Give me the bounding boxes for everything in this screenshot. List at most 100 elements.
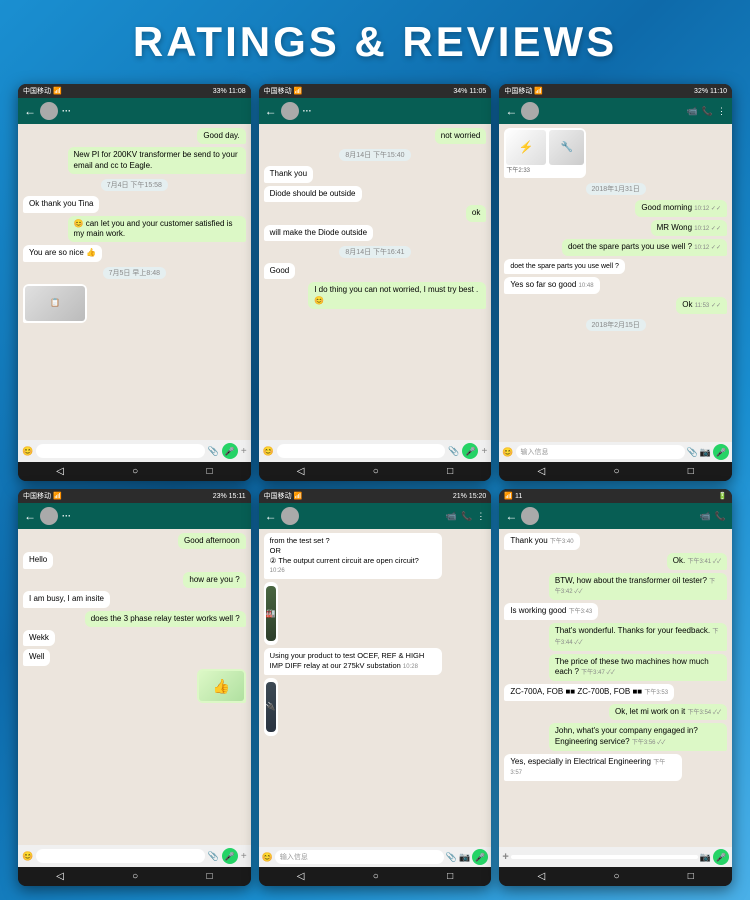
input-box-3[interactable]: 输入信息: [516, 445, 685, 459]
msg-p6-9: John, what's your company engaged in? En…: [549, 723, 727, 750]
back-arrow-3[interactable]: ←: [505, 104, 517, 118]
msg-p2-3: Diode should be outside: [264, 186, 362, 202]
avatar-4: [40, 507, 58, 525]
nav-back-6[interactable]: ◁: [537, 871, 545, 882]
back-arrow-6[interactable]: ←: [505, 509, 517, 523]
chat-body-2: not worried 8月14日 下午15:40 Thank you Diod…: [259, 124, 492, 440]
chat-body-1: Good day. New PI for 200KV transformer b…: [18, 124, 251, 440]
input-box-4[interactable]: [36, 849, 204, 863]
input-bar-3: 😊 输入信息 📎 📷 🎤: [499, 442, 732, 462]
msg-p5-photo1: 🏭: [264, 582, 278, 645]
nav-home-6[interactable]: ○: [613, 871, 619, 882]
mic-btn-5[interactable]: 🎤: [472, 849, 488, 865]
video-icon-3[interactable]: 📹: [687, 106, 698, 117]
mic-btn-1[interactable]: 🎤: [222, 443, 238, 459]
carrier-5: 中国移动 📶: [264, 491, 303, 501]
nav-home-1[interactable]: ○: [132, 466, 138, 477]
nav-recent-5[interactable]: □: [447, 871, 453, 882]
nav-back-5[interactable]: ◁: [297, 871, 305, 882]
input-box-1[interactable]: [36, 444, 204, 458]
back-arrow-4[interactable]: ←: [24, 509, 36, 523]
attach-icon-3[interactable]: 📎: [687, 447, 698, 458]
nav-back-4[interactable]: ◁: [56, 871, 64, 882]
video-icon-6[interactable]: 📹: [700, 511, 711, 522]
chat-body-6: Thank you 下午3:40 Ok. 下午3:41 ✓✓ BTW, how …: [499, 529, 732, 847]
msg-p6-1: Thank you 下午3:40: [504, 533, 579, 550]
nav-recent-4[interactable]: □: [206, 871, 212, 882]
nav-back-3[interactable]: ◁: [537, 466, 545, 477]
emoji-icon-4[interactable]: 😊: [22, 851, 33, 862]
msg-sent-3: 😊 can let you and your customer satisfie…: [68, 216, 246, 243]
mic-btn-6[interactable]: 🎤: [713, 849, 729, 865]
chat-body-4: Good afternoon Hello how are you ? I am …: [18, 529, 251, 845]
back-arrow-5[interactable]: ←: [265, 509, 277, 523]
nav-bar-3: ◁ ○ □: [499, 462, 732, 481]
nav-home-4[interactable]: ○: [132, 871, 138, 882]
mic-btn-4[interactable]: 🎤: [222, 848, 238, 864]
attach-icon-5[interactable]: 📎: [446, 852, 457, 863]
call-icon-3[interactable]: 📞: [702, 106, 713, 117]
msg-p2-1: not worried: [435, 128, 487, 144]
battery-6: 🔋: [718, 492, 727, 500]
camera-icon-5[interactable]: 📷: [459, 852, 470, 863]
status-bar-3: 中国移动 📶 32% 11:10: [499, 84, 732, 98]
nav-home-3[interactable]: ○: [613, 466, 619, 477]
nav-recent-6[interactable]: □: [688, 871, 694, 882]
emoji-icon-2[interactable]: 😊: [263, 446, 274, 457]
back-arrow-1[interactable]: ←: [24, 104, 36, 118]
call-icon-5[interactable]: 📞: [461, 511, 472, 522]
camera-icon-3[interactable]: 📷: [700, 447, 711, 458]
back-arrow-2[interactable]: ←: [265, 104, 277, 118]
attach-icon-2[interactable]: 📎: [448, 446, 459, 457]
date-div-1: 7月4日 下午15:58: [101, 179, 168, 191]
more-icon-5[interactable]: ⋮: [476, 511, 485, 522]
msg-recv-1: Ok thank you Tina: [23, 196, 99, 212]
input-box-2[interactable]: [277, 444, 445, 458]
attach-icon-1[interactable]: 📎: [208, 446, 219, 457]
msg-recv-2: You are so nice 👍: [23, 245, 102, 261]
msg-p2-7: I do thing you can not worried, I must t…: [308, 282, 486, 309]
emoji-icon-1[interactable]: 😊: [22, 446, 33, 457]
avatar-1: [40, 102, 58, 120]
chat-header-2: ← ···: [259, 98, 492, 124]
more-icon-3[interactable]: ⋮: [717, 106, 726, 117]
video-icon-5[interactable]: 📹: [446, 511, 457, 522]
msg-p4-1: Good afternoon: [178, 533, 246, 549]
nav-home-2[interactable]: ○: [373, 466, 379, 477]
nav-back-1[interactable]: ◁: [56, 466, 64, 477]
product-image-3: ⚡ 🔧 下午2:33: [504, 128, 586, 178]
input-bar-6: + 📷 🎤: [499, 847, 732, 867]
mic-btn-2[interactable]: 🎤: [462, 443, 478, 459]
plus-icon-4[interactable]: +: [241, 851, 247, 862]
avatar-6: [521, 507, 539, 525]
mic-btn-3[interactable]: 🎤: [713, 444, 729, 460]
nav-home-5[interactable]: ○: [373, 871, 379, 882]
carrier-2: 中国移动 📶: [264, 86, 303, 96]
contact-name-2: ···: [303, 106, 486, 116]
phone-screen-2: 中国移动 📶 34% 11:05 ← ··· not worried 8月14日…: [259, 84, 492, 481]
msg-p4-5: does the 3 phase relay tester works well…: [85, 611, 246, 627]
input-box-5[interactable]: 输入信息: [275, 850, 444, 864]
msg-p4-image: 👍: [197, 669, 246, 703]
emoji-icon-3[interactable]: 😊: [502, 447, 513, 458]
nav-bar-4: ◁ ○ □: [18, 867, 251, 886]
msg-p4-2: Hello: [23, 552, 53, 568]
input-box-6[interactable]: [511, 855, 698, 859]
plus-icon-2[interactable]: +: [481, 446, 487, 457]
camera-icon-6[interactable]: 📷: [700, 852, 711, 863]
plus-icon-1[interactable]: +: [241, 446, 247, 457]
chat-header-6: ← 📹 📞: [499, 503, 732, 529]
chat-body-3: ⚡ 🔧 下午2:33 2018年1月31日 Good morning 10:12…: [499, 124, 732, 442]
nav-recent-2[interactable]: □: [447, 466, 453, 477]
emoji-icon-5[interactable]: 😊: [262, 852, 273, 863]
msg-p4-3: how are you ?: [183, 572, 245, 588]
nav-recent-1[interactable]: □: [206, 466, 212, 477]
avatar-3: [521, 102, 539, 120]
contact-name-1: ···: [62, 106, 245, 116]
attach-icon-4[interactable]: 📎: [208, 851, 219, 862]
nav-recent-3[interactable]: □: [688, 466, 694, 477]
msg-p5-photo2: 🔌: [264, 678, 278, 736]
nav-back-2[interactable]: ◁: [297, 466, 305, 477]
plus-icon-6[interactable]: +: [502, 851, 508, 863]
call-icon-6[interactable]: 📞: [715, 511, 726, 522]
